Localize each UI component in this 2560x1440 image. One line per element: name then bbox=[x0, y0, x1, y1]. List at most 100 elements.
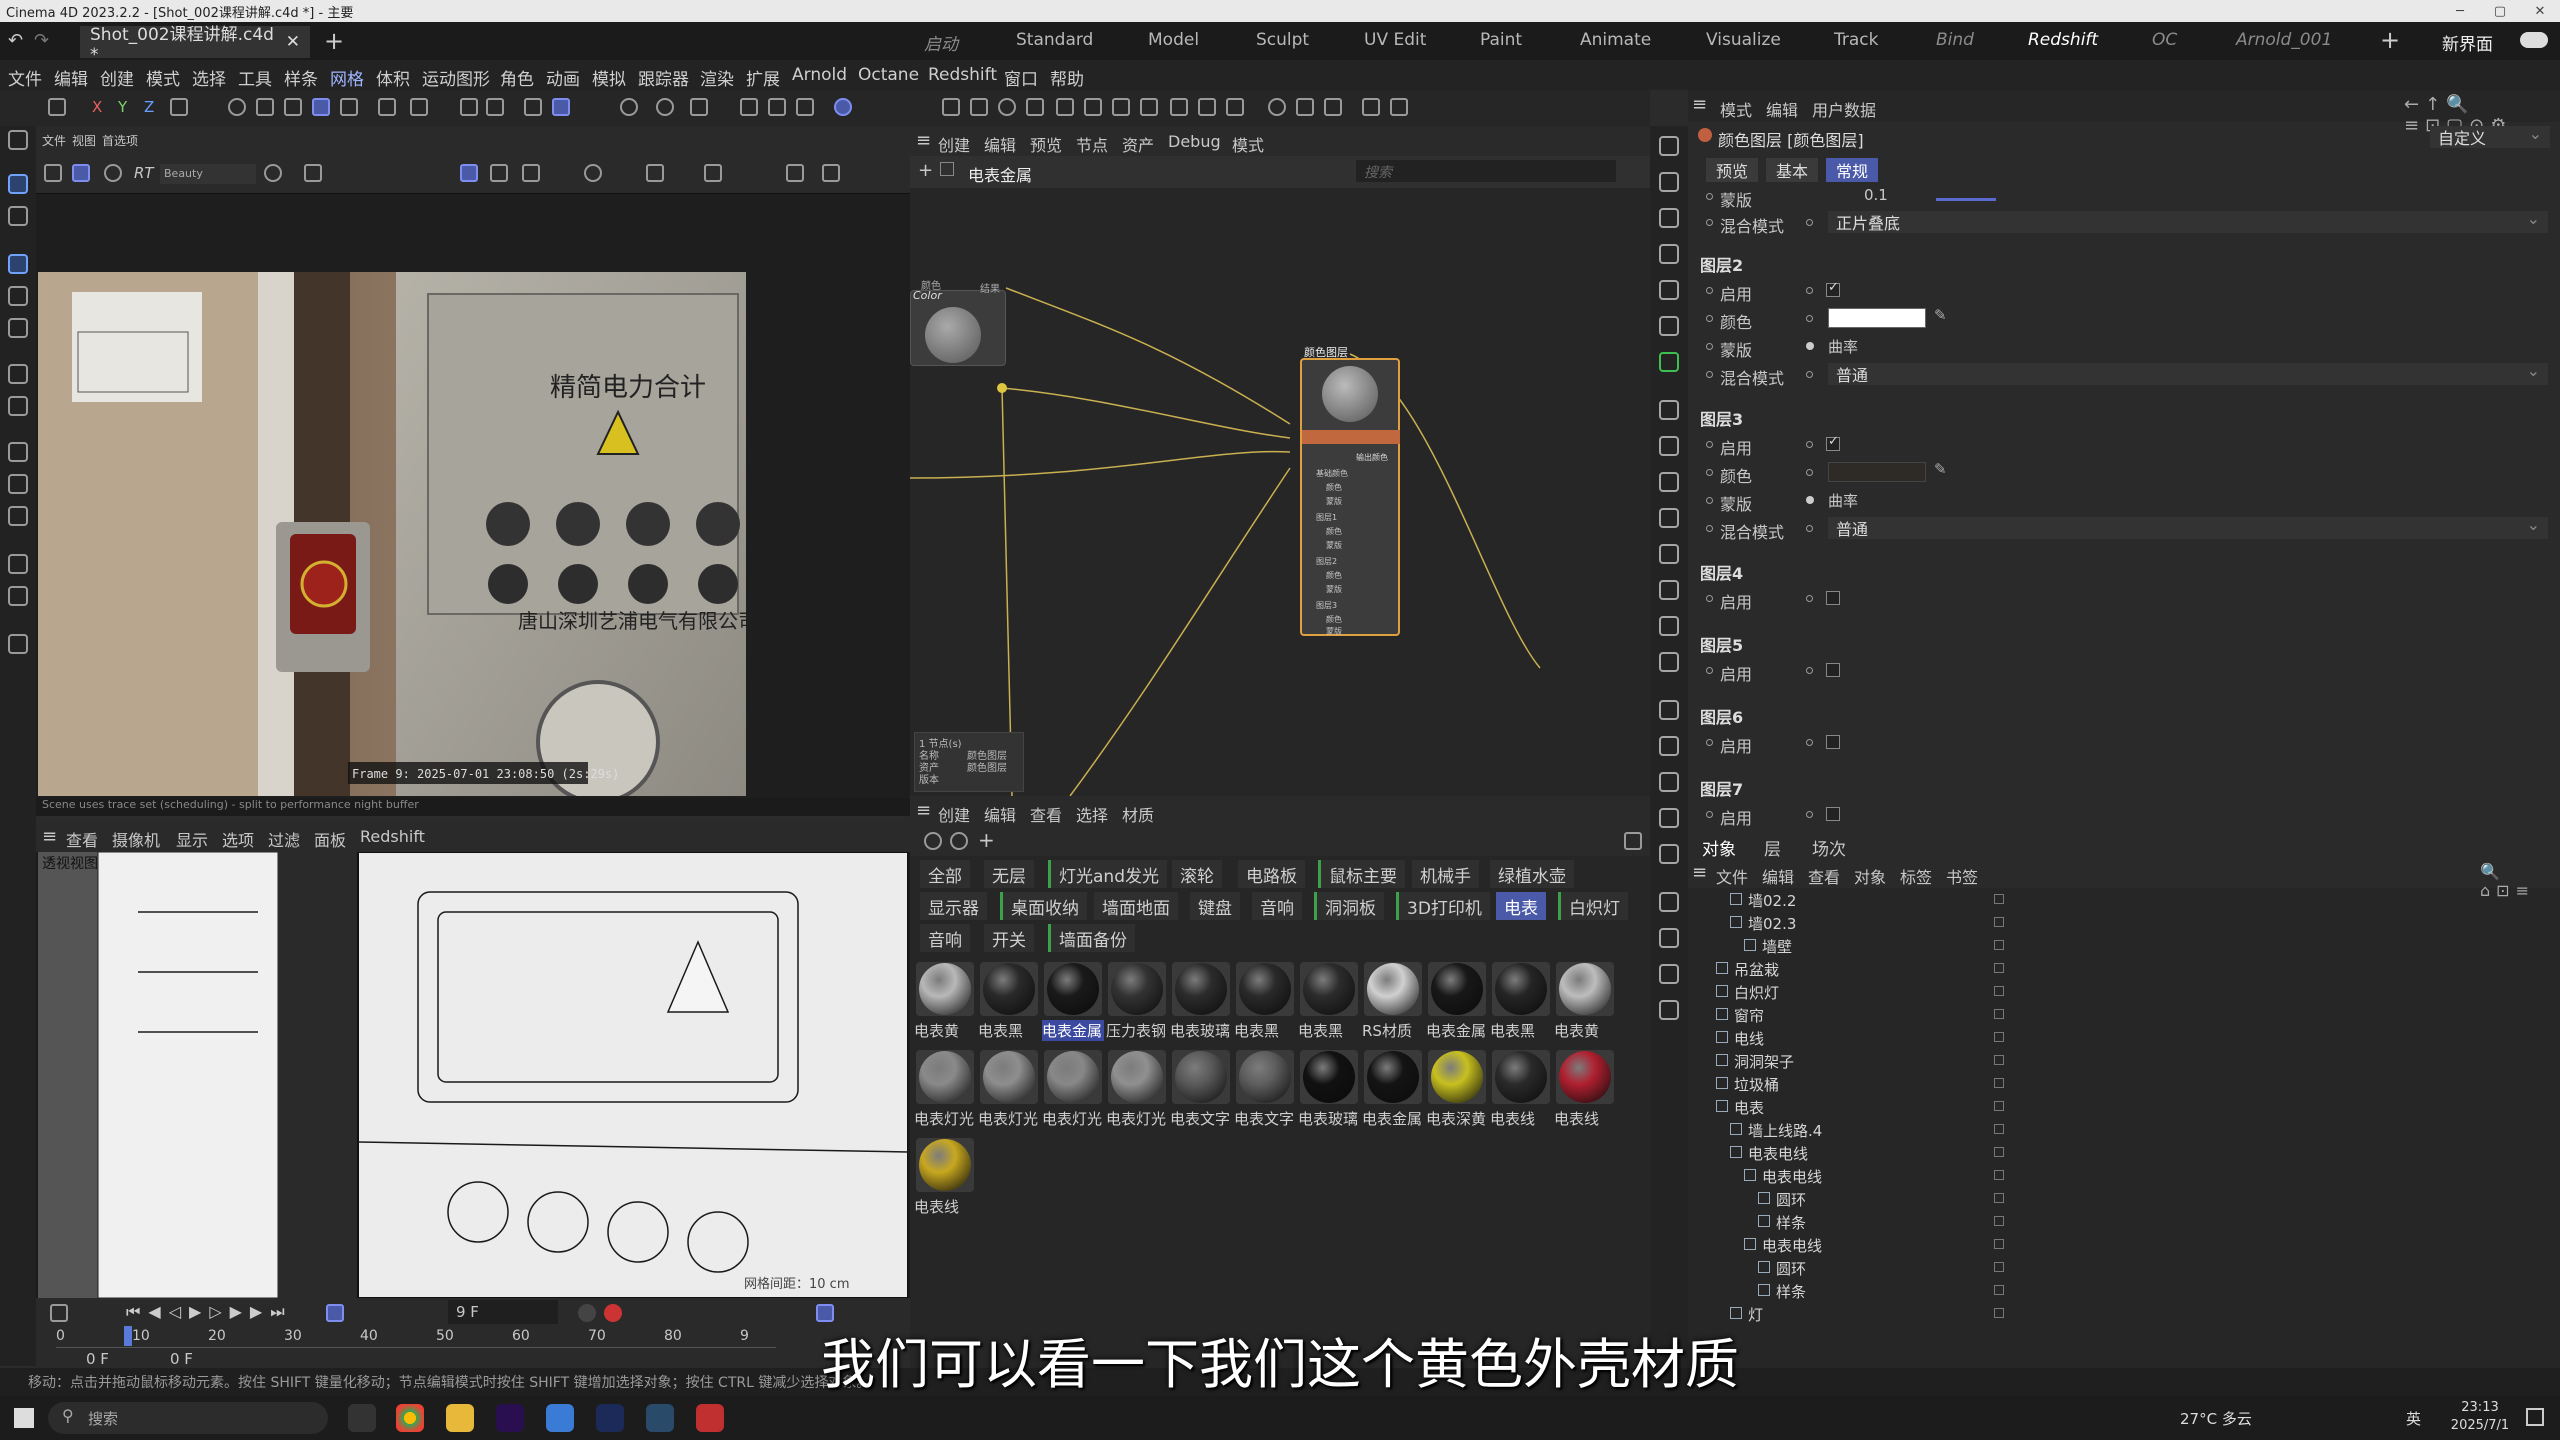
eyedropper-icon[interactable]: ✎ bbox=[1934, 306, 1947, 324]
clock-time[interactable]: 23:13 bbox=[2450, 1400, 2510, 1415]
pen-tool-icon[interactable] bbox=[8, 586, 28, 606]
viewport-menu-filter[interactable]: 过滤 bbox=[268, 827, 300, 851]
render-menu-file[interactable]: 文件 bbox=[42, 132, 66, 149]
playhead[interactable] bbox=[124, 1326, 132, 1346]
visibility-toggle[interactable] bbox=[1994, 1193, 2004, 1203]
sphere-strip-icon[interactable] bbox=[1659, 244, 1679, 264]
layout-tab-sculpt[interactable]: Sculpt bbox=[1256, 30, 1309, 50]
object-tree-row[interactable]: 垃圾桶 bbox=[1688, 1072, 2560, 1095]
export-strip-icon[interactable] bbox=[1659, 964, 1679, 984]
mat-add-icon[interactable]: + bbox=[978, 828, 995, 852]
text-spline-icon[interactable] bbox=[1026, 98, 1044, 116]
object-name[interactable]: 电表电线 bbox=[1762, 1235, 1822, 1256]
material-swatch[interactable]: 电表线 bbox=[1490, 1048, 1552, 1132]
snapshot-icon[interactable] bbox=[704, 164, 722, 182]
mat-tab-desk[interactable]: 桌面收纳 bbox=[1000, 892, 1087, 920]
cloner-icon[interactable] bbox=[1084, 98, 1102, 116]
material-swatch[interactable]: 电表黑 bbox=[1234, 960, 1296, 1044]
render-menu-view[interactable]: 视图 bbox=[72, 132, 96, 149]
bend-icon[interactable] bbox=[1170, 98, 1188, 116]
close-icon[interactable]: ✕ bbox=[2520, 4, 2560, 19]
menu-create[interactable]: 创建 bbox=[100, 65, 134, 90]
visibility-toggle[interactable] bbox=[1994, 1216, 2004, 1226]
mat-menu-edit[interactable]: 编辑 bbox=[984, 802, 1016, 826]
om-menu-file[interactable]: 文件 bbox=[1716, 864, 1748, 888]
brush-icon[interactable] bbox=[1362, 98, 1380, 116]
object-tree-row[interactable]: 电线 bbox=[1688, 1026, 2560, 1049]
viewport-menu-view[interactable]: 查看 bbox=[66, 827, 98, 851]
texture-mode-icon[interactable] bbox=[340, 98, 358, 116]
object-tree-row[interactable]: 窗帘 bbox=[1688, 1003, 2560, 1026]
attr-menu-mode[interactable]: 模式 bbox=[1720, 97, 1752, 121]
layout-tab-uv-edit[interactable]: UV Edit bbox=[1364, 30, 1426, 50]
mat-tab-circuit[interactable]: 电路板 bbox=[1238, 860, 1305, 888]
object-tree-row[interactable]: 样条 bbox=[1688, 1210, 2560, 1233]
cinema4d-icon[interactable] bbox=[596, 1404, 624, 1432]
layer3-group[interactable]: 图层3 bbox=[1700, 406, 1743, 430]
menu-simulate[interactable]: 模拟 bbox=[592, 65, 626, 90]
object-name[interactable]: 洞洞架子 bbox=[1734, 1051, 1794, 1072]
object-tree-row[interactable]: 圆环 bbox=[1688, 1187, 2560, 1210]
object-tree-row[interactable]: 电表电线 bbox=[1688, 1141, 2560, 1164]
floor-icon[interactable] bbox=[1198, 98, 1216, 116]
save-image-icon[interactable] bbox=[822, 164, 840, 182]
mat-menu-material[interactable]: 材质 bbox=[1122, 802, 1154, 826]
visibility-toggle[interactable] bbox=[1994, 1032, 2004, 1042]
attr-menu-userdata[interactable]: 用户数据 bbox=[1812, 97, 1876, 121]
menu-arnold[interactable]: Arnold bbox=[792, 65, 847, 85]
menu-octane[interactable]: Octane bbox=[858, 65, 919, 85]
add-node-icon[interactable]: + bbox=[918, 160, 933, 181]
add-layout-icon[interactable]: + bbox=[2380, 26, 2400, 54]
om-tab-takes[interactable]: 场次 bbox=[1812, 835, 1846, 860]
layout-tab-bind[interactable]: Bind bbox=[1936, 30, 1974, 50]
render-region-icon[interactable] bbox=[620, 98, 638, 116]
layout-tab-arnold[interactable]: Arnold_001 bbox=[2236, 30, 2332, 50]
light-strip-icon[interactable] bbox=[1659, 400, 1679, 420]
menu-help[interactable]: 帮助 bbox=[1050, 65, 1084, 90]
nodes-strip-icon[interactable] bbox=[1659, 316, 1679, 336]
visibility-toggle[interactable] bbox=[1994, 894, 2004, 904]
keyframe-icon[interactable] bbox=[50, 1304, 68, 1322]
task-view-icon[interactable] bbox=[348, 1404, 376, 1432]
attr-menu-icon[interactable]: ≡ bbox=[1692, 94, 1707, 115]
scale-tool-icon[interactable] bbox=[8, 318, 28, 338]
layout-tab-track[interactable]: Track bbox=[1834, 30, 1878, 50]
layout-tab-model[interactable]: Model bbox=[1148, 30, 1199, 50]
mat-tab-switch[interactable]: 开关 bbox=[984, 924, 1034, 952]
attr-tab-preview[interactable]: 预览 bbox=[1706, 158, 1759, 182]
spotlight-strip-icon[interactable] bbox=[1659, 508, 1679, 528]
mat-menu-select[interactable]: 选择 bbox=[1076, 802, 1108, 826]
refresh-icon[interactable] bbox=[104, 164, 122, 182]
viewport-menu-camera[interactable]: 摄像机 bbox=[112, 827, 160, 851]
menu-redshift[interactable]: Redshift bbox=[928, 65, 997, 85]
grid-view-icon[interactable] bbox=[490, 164, 508, 182]
gear-icon[interactable] bbox=[1659, 652, 1679, 672]
viewport-menu-icon[interactable]: ≡ bbox=[42, 826, 57, 847]
object-name[interactable]: 垃圾桶 bbox=[1734, 1074, 1779, 1095]
layer7-enable-checkbox[interactable] bbox=[1826, 807, 1840, 821]
om-tab-objects[interactable]: 对象 bbox=[1702, 835, 1736, 860]
mat-search-icon[interactable] bbox=[950, 832, 968, 850]
input-language[interactable]: 英 bbox=[2406, 1408, 2421, 1429]
layer3-enable-checkbox[interactable] bbox=[1826, 434, 1840, 451]
live-select-icon[interactable] bbox=[8, 206, 28, 226]
app-icon[interactable] bbox=[546, 1404, 574, 1432]
sun-strip-icon[interactable] bbox=[1659, 436, 1679, 456]
material-swatch[interactable]: 电表文字 bbox=[1170, 1048, 1232, 1132]
mat-menu-view[interactable]: 查看 bbox=[1030, 802, 1062, 826]
menu-window[interactable]: 窗口 bbox=[1004, 65, 1038, 90]
object-name[interactable]: 窗帘 bbox=[1734, 1005, 1764, 1026]
menu-animation[interactable]: 动画 bbox=[546, 65, 580, 90]
om-menu-edit[interactable]: 编辑 bbox=[1762, 864, 1794, 888]
visibility-toggle[interactable] bbox=[1994, 1009, 2004, 1019]
mat-tab-wall-backup[interactable]: 墙面备份 bbox=[1048, 924, 1135, 952]
layer2-blend-select[interactable]: 普通 bbox=[1828, 361, 2548, 385]
paint-strip-icon[interactable] bbox=[1659, 472, 1679, 492]
blend-mode-select-top[interactable]: 正片叠底 bbox=[1828, 209, 2548, 233]
mat-tab-plants[interactable]: 绿植水壶 bbox=[1490, 860, 1574, 888]
color-node[interactable]: 颜色 Color bbox=[910, 281, 1006, 366]
cube-icon[interactable] bbox=[48, 98, 66, 116]
layer5-group[interactable]: 图层5 bbox=[1700, 632, 1743, 656]
camera-strip-icon-2[interactable] bbox=[1659, 736, 1679, 756]
layer3-blend-select[interactable]: 普通 bbox=[1828, 515, 2548, 539]
